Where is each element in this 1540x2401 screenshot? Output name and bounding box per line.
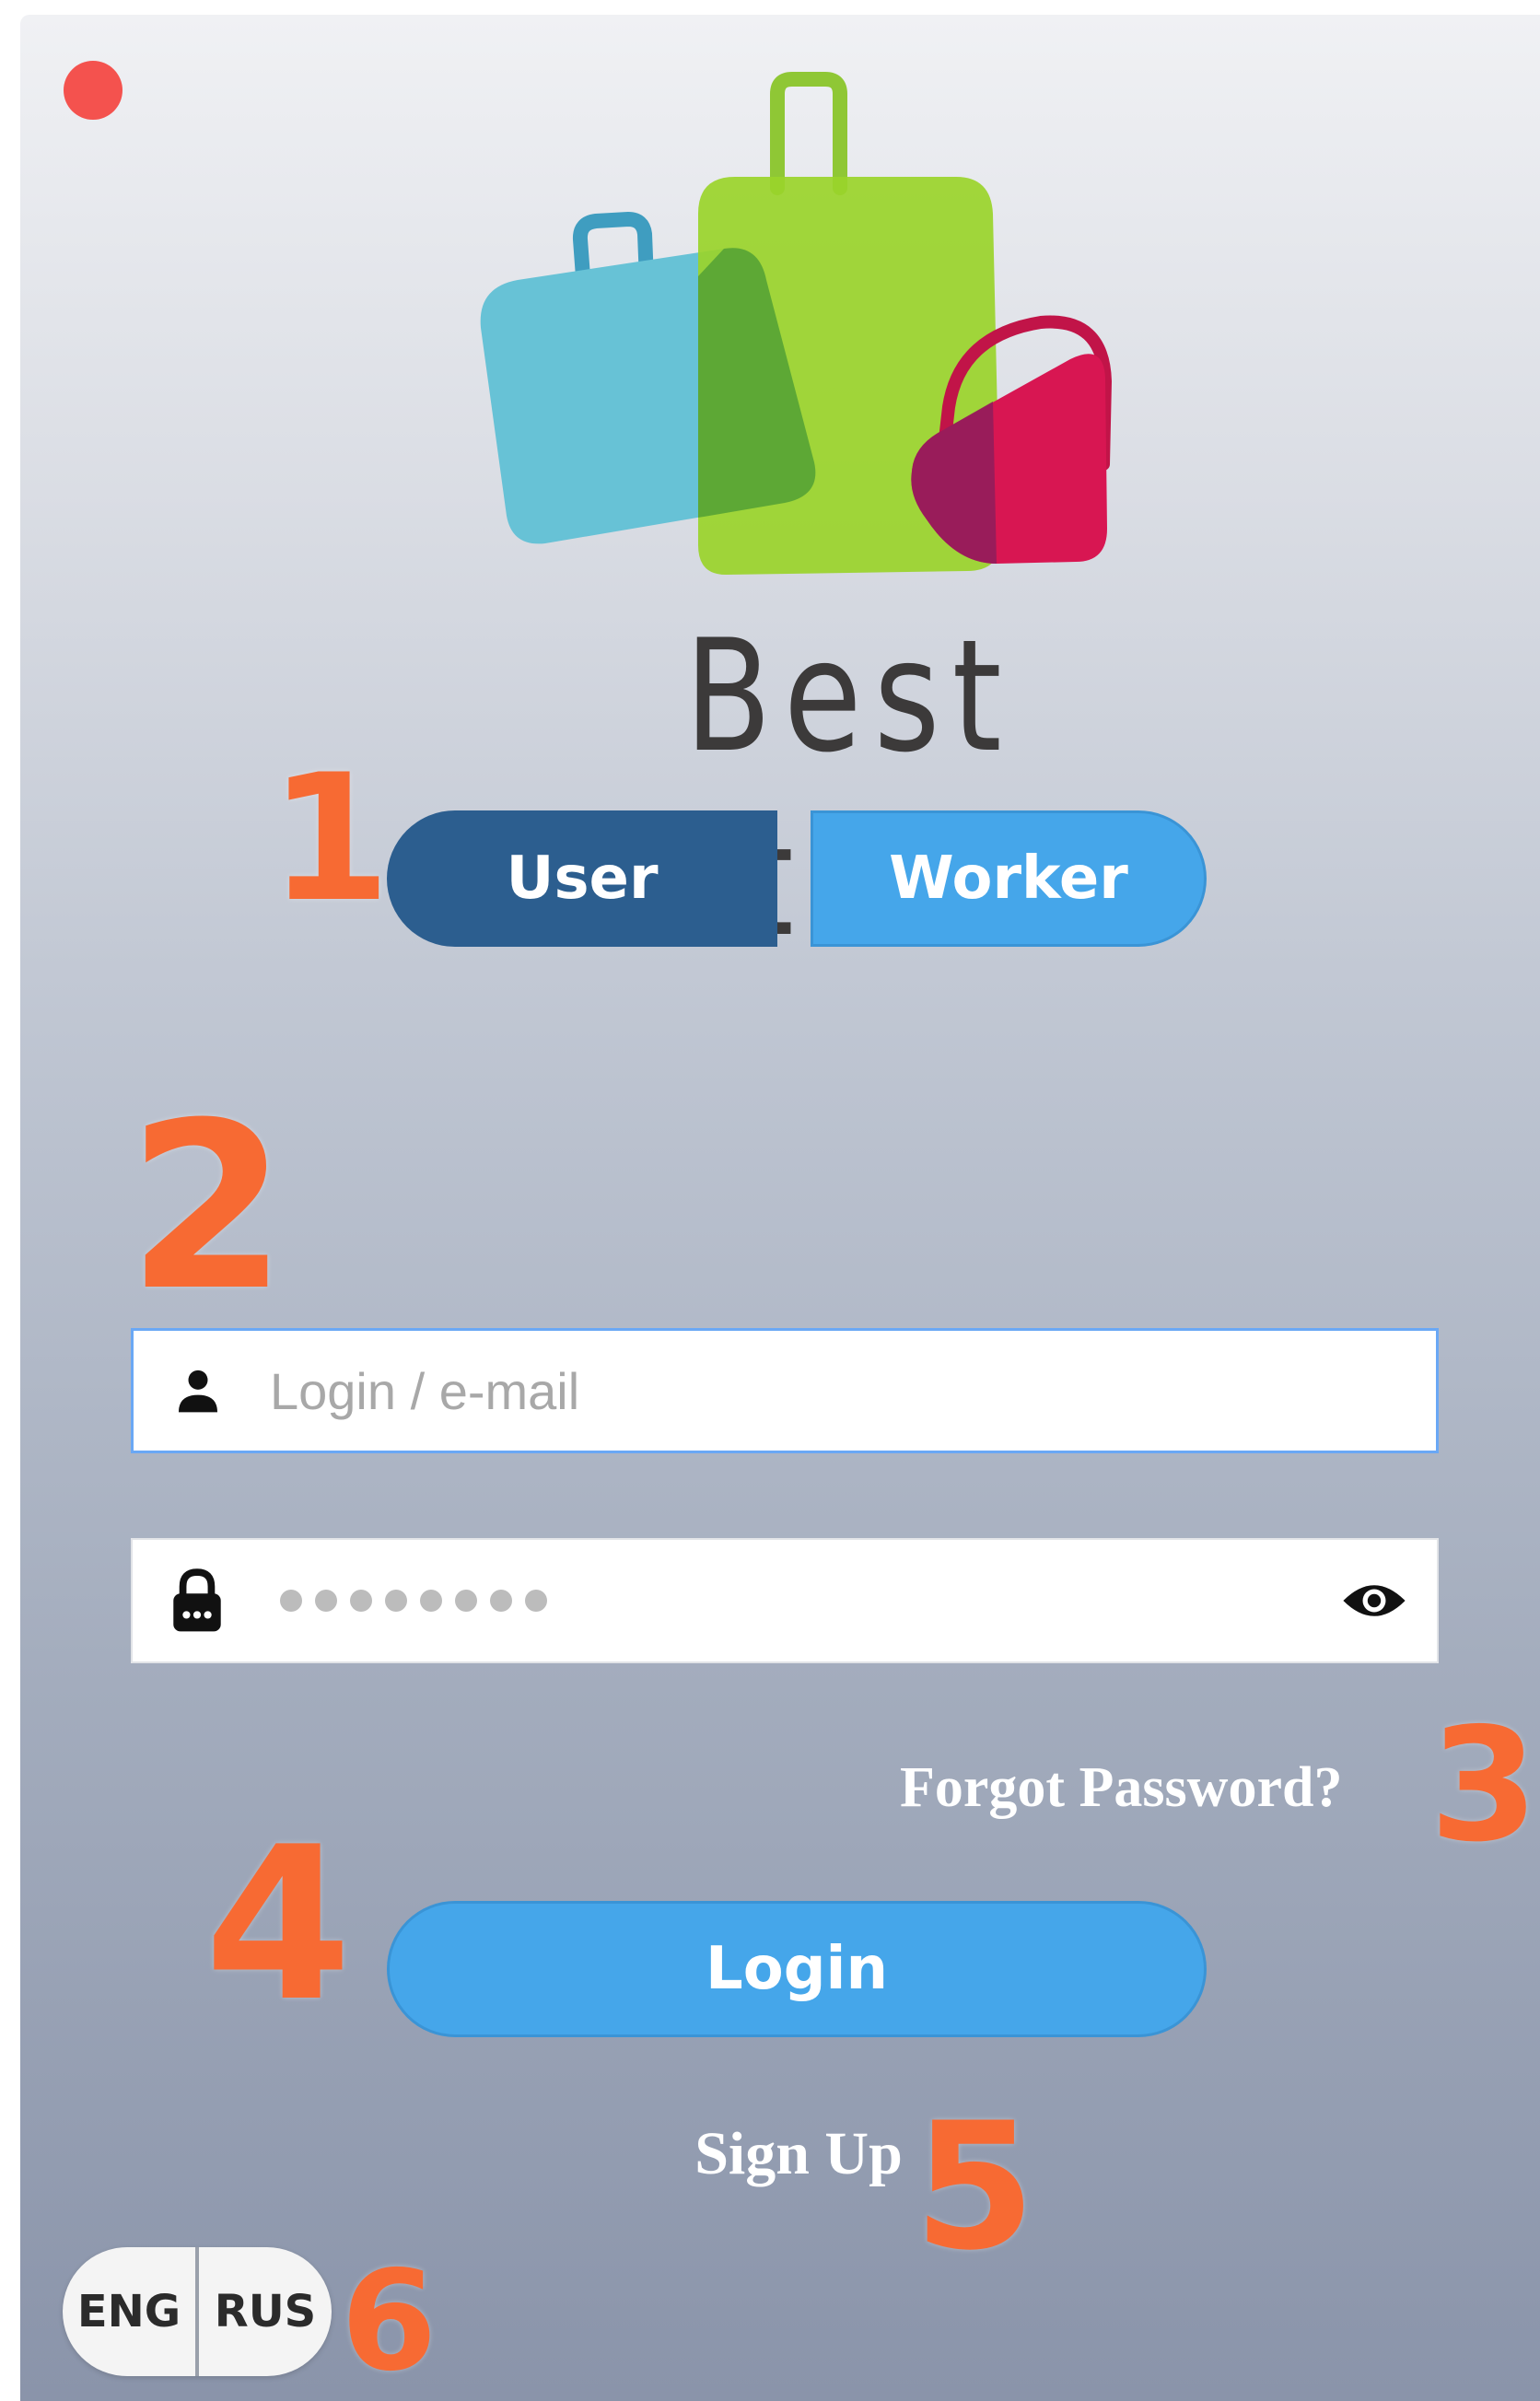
language-rus-button[interactable]: RUS (199, 2247, 332, 2376)
eye-icon[interactable] (1319, 1540, 1429, 1661)
language-switch: ENG RUS (63, 2247, 332, 2376)
sign-up-link[interactable]: Sign Up (665, 2113, 932, 2196)
language-eng-button[interactable]: ENG (63, 2247, 195, 2376)
store-logo-icon (480, 72, 1113, 575)
forgot-password-link[interactable]: Forgot Password? (900, 1746, 1452, 1829)
login-window: Best Store 1 User Worker 2 Forgot Passwo… (20, 15, 1540, 2401)
callout-2: 2 (127, 1073, 287, 1341)
brand-name: Best Store (651, 606, 1035, 971)
login-button[interactable]: Login (387, 1901, 1207, 2037)
callout-1: 1 (269, 737, 391, 940)
callout-6: 6 (341, 2242, 438, 2401)
password-input[interactable] (252, 1590, 1319, 1612)
role-toggle: User Worker (387, 810, 1207, 947)
role-user-button[interactable]: User (387, 810, 777, 947)
lock-icon (142, 1540, 252, 1661)
callout-4: 4 (204, 1802, 353, 2048)
login-field (131, 1328, 1439, 1453)
login-input[interactable] (253, 1331, 1436, 1451)
password-field (131, 1538, 1439, 1663)
role-worker-button[interactable]: Worker (811, 810, 1207, 947)
user-icon (143, 1331, 253, 1451)
callout-3: 3 (1429, 1695, 1539, 1877)
close-window-button[interactable] (64, 61, 122, 120)
callout-5: 5 (914, 2085, 1036, 2289)
